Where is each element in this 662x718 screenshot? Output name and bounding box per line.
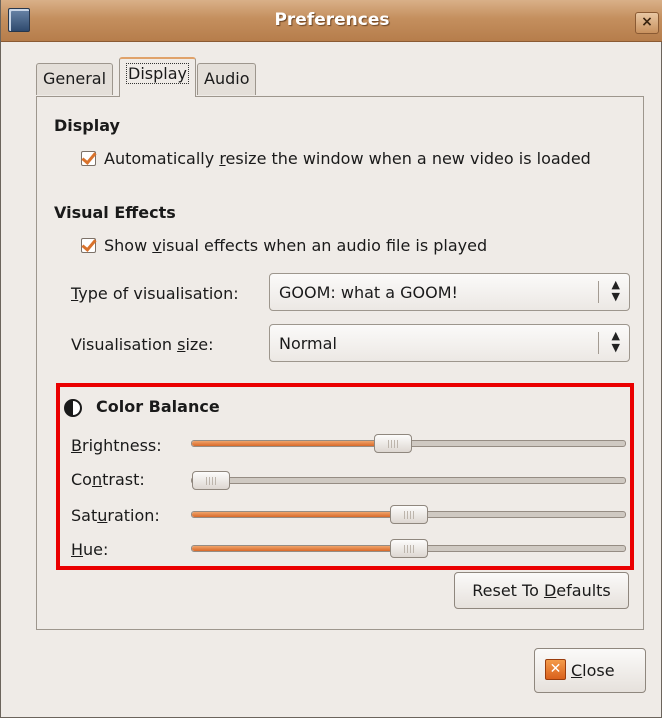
window-close-button[interactable]: ×: [635, 12, 659, 34]
visual-effects-label: Show visual effects when an audio file i…: [104, 236, 488, 255]
reset-to-defaults-button[interactable]: Reset To Defaults: [454, 572, 629, 609]
close-button[interactable]: ✕ Close: [534, 648, 646, 693]
contrast-label: Contrast:: [71, 470, 145, 489]
contrast-icon: [64, 399, 82, 417]
tab-general-label: General: [43, 69, 107, 88]
title-bar[interactable]: Preferences ×: [1, 0, 662, 42]
visualisation-size-label: Visualisation size:: [71, 335, 214, 354]
updown-arrow-icon: ▲ ▼: [611, 278, 620, 303]
hue-slider-fill: [192, 546, 409, 551]
visual-effects-section-title: Visual Effects: [54, 203, 176, 222]
auto-resize-checkbox[interactable]: [81, 151, 96, 166]
contrast-slider-handle[interactable]: [192, 471, 230, 490]
visualisation-size-value: Normal: [279, 334, 337, 353]
tab-general[interactable]: General: [36, 63, 114, 95]
combo-separator: [598, 332, 599, 354]
saturation-label: Saturation:: [71, 506, 160, 525]
visual-effects-checkbox[interactable]: [81, 238, 96, 253]
brightness-slider-handle[interactable]: [374, 434, 412, 453]
display-section-title: Display: [54, 116, 120, 135]
window-title: Preferences: [274, 10, 390, 30]
updown-arrow-icon: ▲ ▼: [611, 329, 620, 354]
auto-resize-checkbox-row[interactable]: Automatically resize the window when a n…: [81, 149, 591, 168]
tab-display-label: Display: [126, 63, 189, 84]
visualisation-type-label: Type of visualisation:: [71, 284, 239, 303]
contrast-slider[interactable]: [191, 471, 626, 490]
tab-audio-label: Audio: [204, 69, 250, 88]
brightness-slider[interactable]: [191, 434, 626, 453]
color-balance-title: Color Balance: [96, 397, 220, 416]
brightness-label: Brightness:: [71, 436, 162, 455]
combo-separator: [598, 281, 599, 303]
saturation-slider-handle[interactable]: [390, 505, 428, 524]
tab-audio[interactable]: Audio: [197, 63, 257, 95]
close-button-label: Close: [571, 661, 615, 680]
hue-label: Hue:: [71, 540, 109, 559]
visualisation-type-select[interactable]: GOOM: what a GOOM! ▲ ▼: [269, 273, 630, 311]
auto-resize-label: Automatically resize the window when a n…: [104, 149, 591, 168]
visualisation-type-value: GOOM: what a GOOM!: [279, 283, 458, 302]
brightness-slider-fill: [192, 441, 393, 446]
visual-effects-checkbox-row[interactable]: Show visual effects when an audio file i…: [81, 236, 487, 255]
close-icon: ✕: [545, 659, 566, 680]
hue-slider[interactable]: [191, 539, 626, 558]
saturation-slider-fill: [192, 512, 409, 517]
saturation-slider[interactable]: [191, 505, 626, 524]
reset-to-defaults-label: Reset To Defaults: [472, 581, 611, 600]
hue-slider-handle[interactable]: [390, 539, 428, 558]
visualisation-size-select[interactable]: Normal ▲ ▼: [269, 324, 630, 362]
preferences-window: Preferences × General Display Audio Disp…: [0, 0, 662, 718]
tab-display[interactable]: Display: [119, 57, 196, 97]
